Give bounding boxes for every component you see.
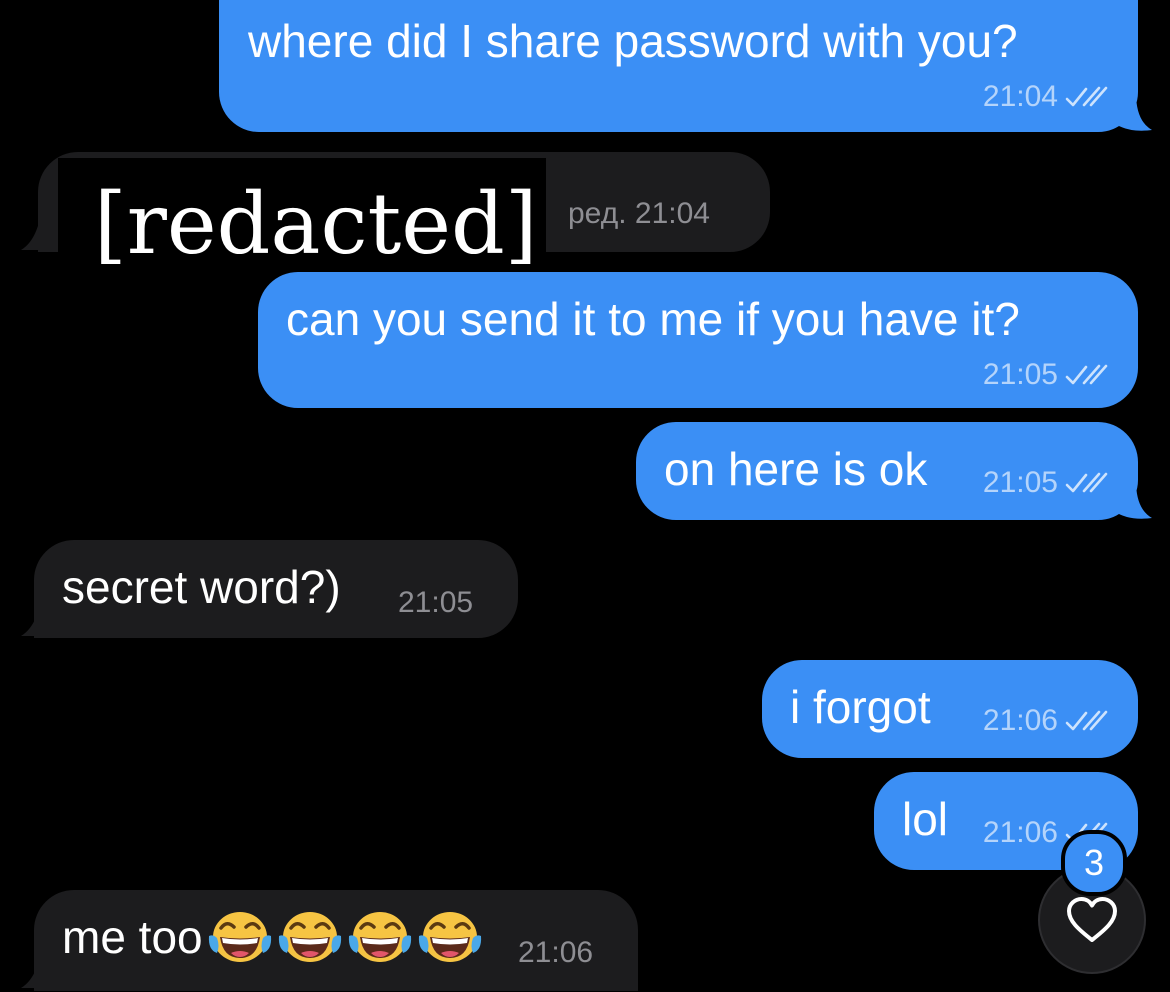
message-meta: 21:05 [983,466,1108,500]
message-text: on here is ok [664,443,928,495]
read-double-check-icon [1064,708,1108,734]
message-time: 21:05 [982,358,1058,391]
read-double-check-icon [1064,362,1108,388]
message-meta: 21:05 [398,586,473,620]
message-text: secret word?) [62,561,341,613]
message-text: where did I share password with you? [248,15,1018,67]
read-double-check-icon [1064,84,1108,110]
message-text: can you send it to me if you have it? [286,293,1020,345]
message-time: 21:05 [398,586,474,619]
message-text: lol [902,793,949,845]
face-with-tears-of-joy-icon [207,906,273,968]
message-text: i forgot [790,681,931,733]
message-meta: 21:06 [518,936,593,970]
message-time: 21:04 [982,80,1058,113]
message-meta: 21:05 [983,358,1108,392]
message-bubble-outgoing[interactable]: where did I share password with you? 21:… [219,0,1138,132]
message-bubble-outgoing[interactable]: on here is ok 21:05 [636,422,1138,520]
message-text: me too [62,911,203,963]
message-time: 21:06 [982,704,1058,737]
face-with-tears-of-joy-icon [417,906,483,968]
message-meta: 21:06 [983,704,1108,738]
message-meta: 21:04 [983,80,1108,114]
message-content: me too [62,906,483,968]
message-bubble-incoming[interactable]: me too 21:06 [34,890,638,991]
unread-count-badge: 3 [1061,830,1127,896]
message-time: 21:06 [982,816,1058,849]
message-bubble-outgoing[interactable]: can you send it to me if you have it? 21… [258,272,1138,408]
bubble-tail-outgoing [1114,93,1152,131]
edited-time: ред. 21:04 [568,197,710,230]
face-with-tears-of-joy-icon [347,906,413,968]
bubble-tail-outgoing [1114,481,1152,519]
heart-icon [1067,897,1117,942]
message-bubble-incoming[interactable]: secret word?) 21:05 [34,540,518,638]
message-bubble-outgoing[interactable]: i forgot 21:06 [762,660,1138,758]
read-double-check-icon [1064,470,1108,496]
message-meta: ред. 21:04 [568,197,710,231]
face-with-tears-of-joy-icon [277,906,343,968]
message-time: 21:05 [982,466,1058,499]
message-time: 21:06 [518,936,594,969]
redacted-text: [redacted] [58,158,546,276]
